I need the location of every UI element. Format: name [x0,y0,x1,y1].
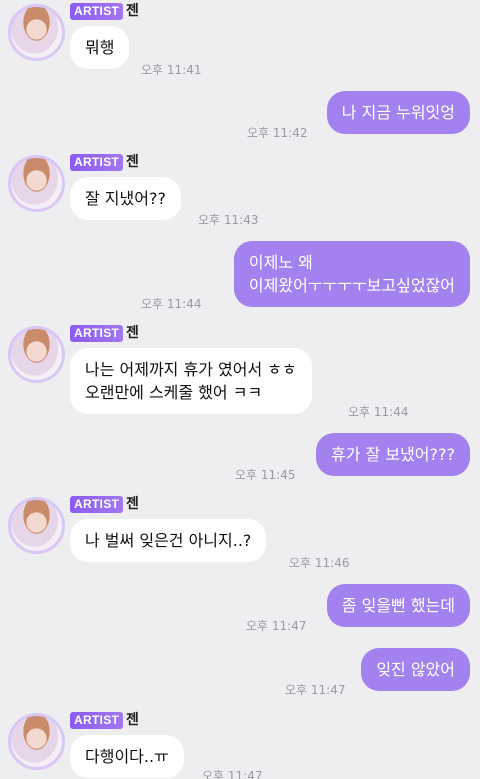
artist-badge: ARTIST [70,3,124,20]
message-bubble-outgoing[interactable]: 이제노 왜 이제왔어ㅜㅜㅜㅜ보고싶었잖어 [233,241,470,307]
message-time: 오후 11:46 [289,556,350,570]
message-line: 오랜만에 스케줄 했어 ㅋㅋ [85,383,263,402]
message-bubble-incoming[interactable]: 잘 지냈어?? [70,177,181,220]
message-line: 나는 어제까지 휴가 였어서 ㅎㅎ [85,360,297,379]
message-bubble-incoming[interactable]: 나 벌써 잊은건 아니지..? [70,519,267,562]
message-time: 오후 11:41 [141,63,202,77]
artist-badge: ARTIST [70,496,124,513]
artist-badge: ARTIST [70,325,124,342]
message-bubble-outgoing[interactable]: 나 지금 누워잇엉 [326,91,470,134]
message-time: 오후 11:44 [348,405,409,419]
message-bubble-outgoing[interactable]: 휴가 잘 보냈어??? [316,433,470,476]
artist-name: 젠 [126,325,139,341]
message-time: 오후 11:44 [141,297,202,311]
message-time: 오후 11:42 [247,126,308,140]
message-bubble-incoming[interactable]: 다행이다..ㅠ [70,735,184,778]
avatar[interactable] [8,713,65,770]
message-bubble-outgoing[interactable]: 좀 잊을뻔 했는데 [326,584,470,627]
message-bubble-outgoing[interactable]: 잊진 않았어 [361,648,470,691]
artist-badge: ARTIST [70,712,124,729]
avatar[interactable] [8,155,65,212]
artist-name: 젠 [126,154,139,170]
message-time: 오후 11:47 [246,619,307,633]
artist-name: 젠 [126,3,139,19]
avatar[interactable] [8,326,65,383]
artist-badge: ARTIST [70,154,124,171]
message-time: 오후 11:47 [285,683,346,697]
message-bubble-incoming[interactable]: 나는 어제까지 휴가 였어서 ㅎㅎ 오랜만에 스케줄 했어 ㅋㅋ [70,348,312,414]
message-line: 이제왔어ㅜㅜㅜㅜ보고싶었잖어 [248,276,455,295]
message-time: 오후 11:43 [198,213,259,227]
avatar[interactable] [8,4,65,61]
artist-name: 젠 [126,496,139,512]
message-line: 이제노 왜 [248,253,313,272]
message-bubble-incoming[interactable]: 뭐행 [70,26,130,69]
message-time: 오후 11:45 [235,468,296,482]
message-time: 오후 11:47 [202,769,263,779]
artist-name: 젠 [126,712,139,728]
avatar[interactable] [8,497,65,554]
